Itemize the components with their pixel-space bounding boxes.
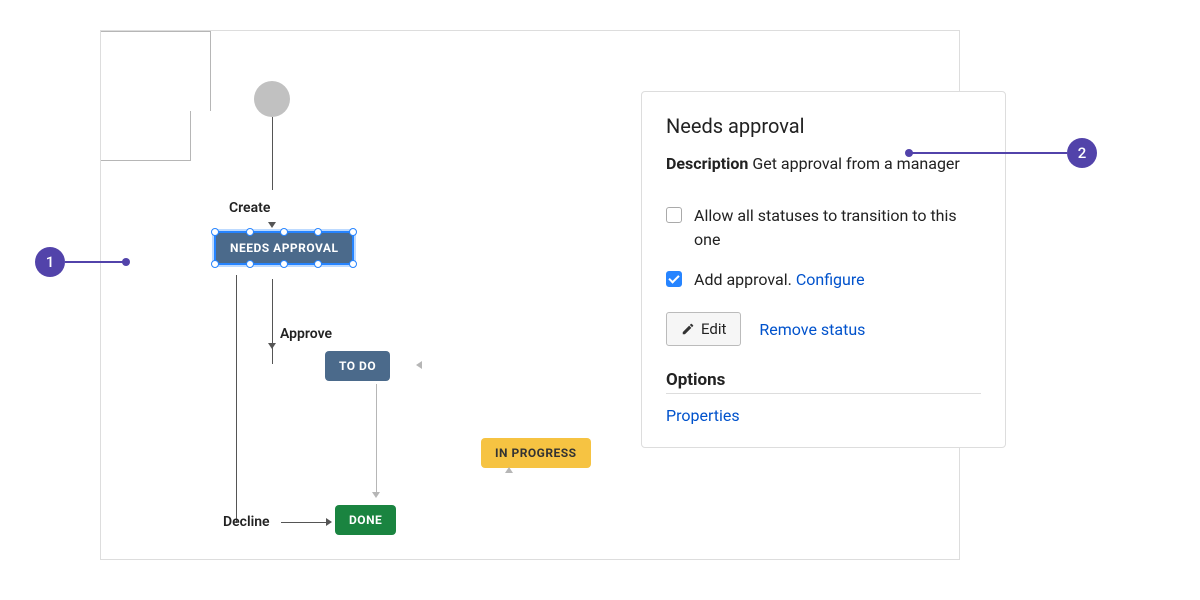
panel-actions: Edit Remove status <box>666 312 981 346</box>
transition-line-decline <box>236 275 237 523</box>
selection-handle[interactable] <box>211 260 219 268</box>
callout-line <box>65 261 125 263</box>
arrowhead-icon <box>268 343 276 349</box>
status-details-panel: Needs approval Description Get approval … <box>641 91 1006 448</box>
callout-number: 1 <box>46 253 55 271</box>
selection-handle[interactable] <box>280 260 288 268</box>
transition-label-approve[interactable]: Approve <box>278 326 334 342</box>
selection-handle[interactable] <box>246 260 254 268</box>
add-approval-label: Add approval. <box>694 270 796 289</box>
selection-handle[interactable] <box>211 228 219 236</box>
status-needs-approval[interactable]: NEEDS APPROVAL <box>214 231 354 265</box>
selection-handle[interactable] <box>246 228 254 236</box>
pencil-icon <box>681 322 695 336</box>
checkbox-allow-all[interactable] <box>666 207 682 223</box>
remove-status-link[interactable]: Remove status <box>759 320 865 339</box>
edit-button[interactable]: Edit <box>666 312 741 346</box>
transition-line-todo-done <box>376 384 377 496</box>
transition-line-approve <box>272 279 273 364</box>
add-approval-row[interactable]: Add approval. Configure <box>666 268 981 292</box>
properties-link[interactable]: Properties <box>666 406 981 425</box>
status-label: NEEDS APPROVAL <box>230 241 338 255</box>
callout-line <box>910 152 1067 154</box>
arrowhead-icon <box>505 467 513 473</box>
arrowhead-icon <box>268 222 276 228</box>
selection-handle[interactable] <box>349 228 357 236</box>
arrowhead-icon <box>416 361 422 369</box>
callout-badge-2: 2 <box>1067 138 1097 168</box>
arrowhead-icon <box>372 492 380 498</box>
panel-description: Description Get approval from a manager <box>666 152 981 176</box>
options-header: Options <box>666 370 981 394</box>
edit-label: Edit <box>701 320 726 338</box>
panel-title: Needs approval <box>666 114 981 138</box>
add-approval-text: Add approval. Configure <box>694 268 865 292</box>
transition-line-done-inprogress <box>101 111 191 161</box>
allow-all-row[interactable]: Allow all statuses to transition to this… <box>666 204 981 252</box>
transition-line-create <box>272 117 273 190</box>
arrowhead-icon <box>326 518 332 526</box>
selection-handle[interactable] <box>314 228 322 236</box>
configure-link[interactable]: Configure <box>796 270 865 289</box>
checkbox-add-approval[interactable] <box>666 271 682 287</box>
workflow-editor-frame: Create NEEDS APPROVAL Approve TO DO IN P… <box>100 30 960 560</box>
transition-label-create[interactable]: Create <box>227 200 272 216</box>
callout-dot <box>905 149 913 157</box>
selection-handle[interactable] <box>280 228 288 236</box>
selection-handle[interactable] <box>349 260 357 268</box>
status-done[interactable]: DONE <box>335 505 396 535</box>
transition-line-decline-h <box>281 522 326 523</box>
description-text: Get approval from a manager <box>752 154 960 173</box>
callout-badge-1: 1 <box>35 247 65 277</box>
status-todo[interactable]: TO DO <box>325 351 390 381</box>
description-label: Description <box>666 154 748 173</box>
callout-dot <box>122 258 130 266</box>
start-node[interactable] <box>254 81 290 117</box>
transition-label-decline[interactable]: Decline <box>223 514 270 530</box>
allow-all-label: Allow all statuses to transition to this… <box>694 204 981 252</box>
callout-number: 2 <box>1078 144 1087 162</box>
selection-handle[interactable] <box>314 260 322 268</box>
transition-line-inprogress-todo <box>101 31 211 111</box>
status-in-progress[interactable]: IN PROGRESS <box>481 438 591 468</box>
